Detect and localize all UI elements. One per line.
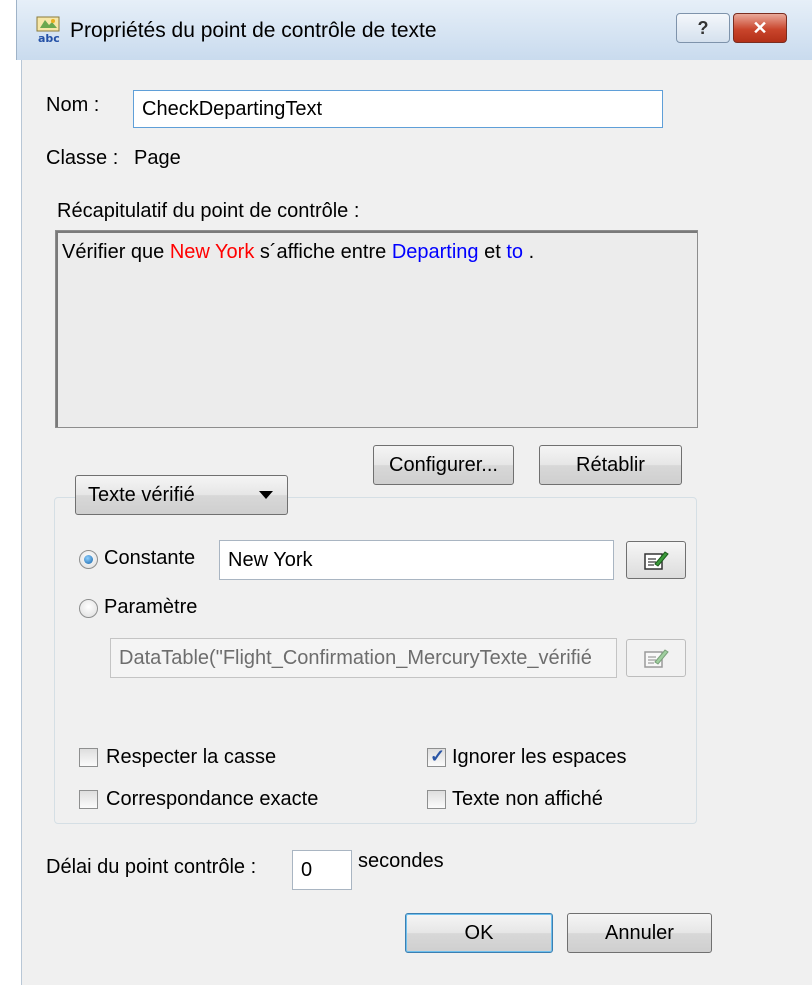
constant-radio[interactable]	[79, 550, 98, 569]
class-value: Page	[134, 147, 181, 169]
summary-text-before: Vérifier que	[62, 241, 170, 263]
summary-text-after-word: to	[506, 241, 524, 263]
parameter-input-value: DataTable("Flight_Confirmation_MercuryTe…	[119, 646, 592, 669]
constant-input-value: New York	[228, 548, 313, 571]
parameter-edit-button	[626, 639, 686, 677]
checked-text-dropdown-value: Texte vérifié	[88, 483, 195, 506]
timeout-label: Délai du point contrôle :	[46, 856, 257, 878]
exact-match-label[interactable]: Correspondance exacte	[106, 788, 318, 811]
summary-label: Récapitulatif du point de contrôle :	[57, 200, 360, 222]
summary-text-before-word: Departing	[391, 241, 479, 263]
timeout-input-value: 0	[301, 858, 313, 881]
name-input[interactable]: CheckDepartingText	[133, 90, 663, 128]
summary-text-end: .	[523, 241, 535, 263]
summary-box: Vérifier que New York s´affiche entre De…	[55, 230, 698, 428]
checked-text-dropdown[interactable]: Texte vérifié	[75, 475, 288, 515]
parameter-label[interactable]: Paramètre	[104, 596, 197, 619]
ok-button[interactable]: OK	[405, 913, 553, 953]
cancel-button[interactable]: Annuler	[567, 913, 712, 953]
parameter-input: DataTable("Flight_Confirmation_MercuryTe…	[110, 638, 617, 678]
summary-text-and: et	[478, 241, 507, 263]
text-not-displayed-label[interactable]: Texte non affiché	[452, 788, 603, 811]
edit-icon	[644, 649, 669, 668]
window-title: Propriétés du point de contrôle de texte	[70, 19, 437, 42]
timeout-unit: secondes	[358, 850, 444, 872]
ignore-spaces-checkbox[interactable]: ✓	[427, 746, 446, 767]
dialog-window: abc Propriétés du point de contrôle de t…	[0, 0, 812, 985]
chevron-down-icon	[259, 491, 273, 499]
parameter-radio[interactable]	[79, 599, 98, 618]
constant-input[interactable]: New York	[219, 540, 614, 580]
ignore-spaces-label[interactable]: Ignorer les espaces	[452, 746, 627, 769]
summary-checked-text: New York	[169, 241, 255, 263]
match-case-label[interactable]: Respecter la casse	[106, 746, 276, 769]
name-input-value: CheckDepartingText	[142, 97, 323, 120]
exact-match-checkbox[interactable]	[79, 790, 98, 809]
timeout-input[interactable]: 0	[292, 850, 352, 890]
name-label: Nom :	[46, 94, 100, 116]
close-button[interactable]: ✕	[733, 13, 787, 43]
edit-icon	[644, 551, 669, 570]
configure-button[interactable]: Configurer...	[373, 445, 514, 485]
class-label: Classe :	[46, 147, 119, 169]
match-case-checkbox[interactable]	[79, 748, 98, 767]
text-checkpoint-icon: abc	[36, 16, 60, 44]
summary-text-middle: s´affiche entre	[254, 241, 392, 263]
help-button[interactable]: ?	[676, 13, 730, 43]
constant-label[interactable]: Constante	[104, 547, 195, 570]
constant-edit-button[interactable]	[626, 541, 686, 579]
svg-text:abc: abc	[38, 32, 60, 44]
text-not-displayed-checkbox[interactable]	[427, 790, 446, 809]
reset-button[interactable]: Rétablir	[539, 445, 682, 485]
checkmark-icon: ✓	[430, 746, 446, 766]
